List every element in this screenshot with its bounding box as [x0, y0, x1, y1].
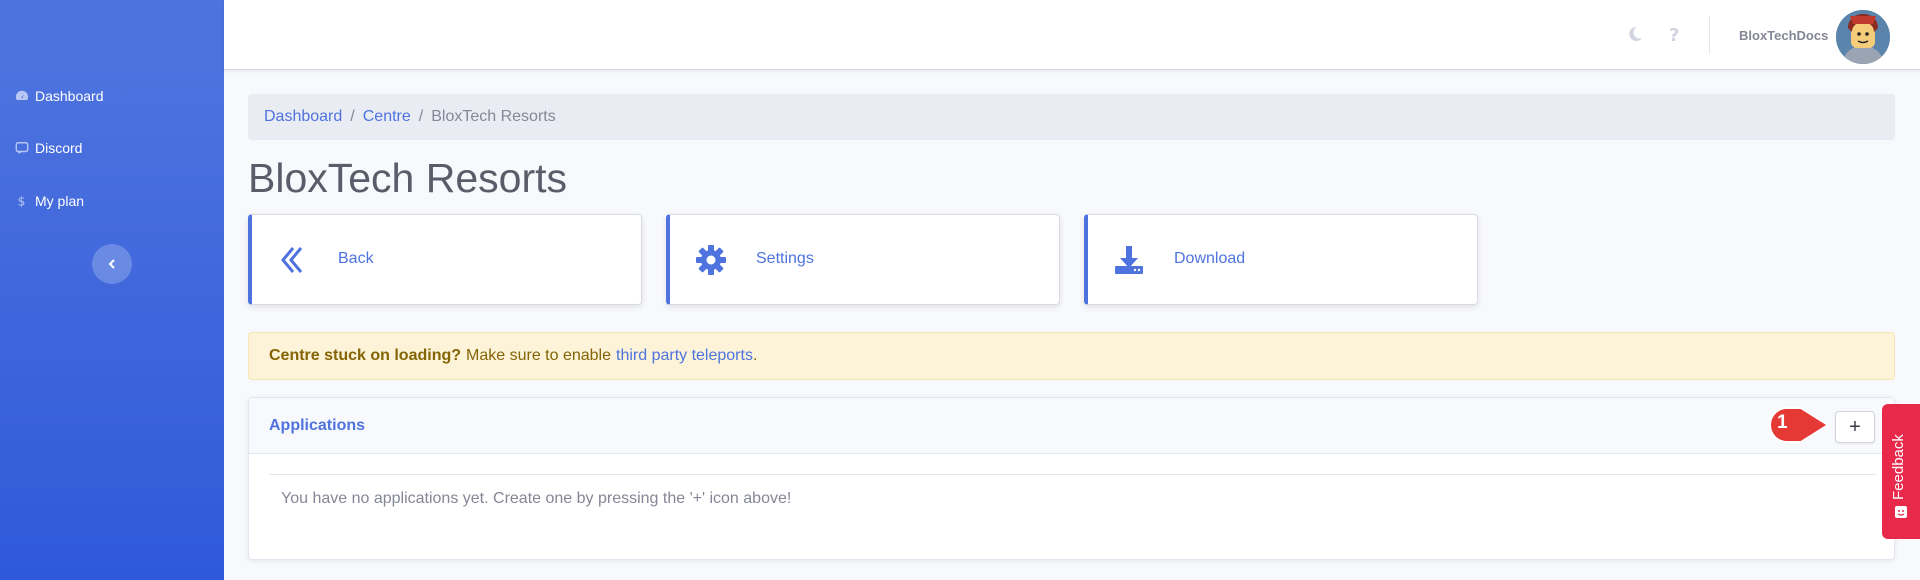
add-application-button[interactable]: + — [1835, 411, 1875, 443]
settings-button[interactable]: Settings — [666, 214, 1060, 305]
empty-state-text: You have no applications yet. Create one… — [281, 490, 792, 507]
third-party-teleports-link[interactable]: third party teleports — [616, 347, 753, 365]
annotation-number: 1 — [1777, 412, 1788, 433]
applications-header: Applications + — [249, 398, 1894, 454]
breadcrumb-current: BloxTech Resorts — [431, 108, 556, 125]
download-button[interactable]: Download — [1084, 214, 1478, 305]
sidebar-item-label: Dashboard — [35, 88, 104, 104]
feedback-icon — [1895, 506, 1907, 518]
topbar-divider — [1709, 16, 1710, 54]
back-label: Back — [338, 250, 374, 267]
page-title: BloxTech Resorts — [248, 155, 568, 201]
sidebar: Dashboard Discord $ My plan — [0, 0, 224, 580]
feedback-label: Feedback — [1890, 434, 1907, 500]
question-icon[interactable]: ? — [1664, 24, 1684, 44]
alert-title: Centre stuck on loading? — [269, 347, 462, 364]
alert-end: . — [752, 347, 758, 364]
topbar: ? BloxTechDocs — [224, 0, 1920, 70]
breadcrumb-centre-link[interactable]: Centre — [363, 108, 411, 126]
svg-text:?: ? — [1669, 25, 1679, 43]
sidebar-item-label: Discord — [35, 140, 83, 156]
divider — [269, 474, 1876, 475]
sidebar-toggle-button[interactable] — [92, 244, 132, 284]
chevron-left-icon — [276, 243, 310, 277]
gear-icon — [694, 243, 728, 277]
sidebar-item-my-plan[interactable]: $ My plan — [15, 193, 84, 209]
breadcrumb-dashboard-link[interactable]: Dashboard — [264, 108, 342, 126]
discord-icon — [15, 141, 29, 155]
download-icon — [1112, 243, 1146, 277]
breadcrumb: Dashboard / Centre / BloxTech Resorts — [248, 94, 1895, 140]
alert-text: Make sure to enable — [466, 347, 611, 364]
sidebar-item-label: My plan — [35, 193, 85, 209]
back-button[interactable]: Back — [248, 214, 642, 305]
applications-panel: Applications + You have no applications … — [248, 397, 1895, 560]
tachometer-icon — [15, 89, 29, 103]
loading-alert: Centre stuck on loading? Make sure to en… — [248, 332, 1895, 380]
settings-label: Settings — [756, 250, 814, 267]
chevron-left-icon — [108, 259, 115, 269]
username[interactable]: BloxTechDocs — [1739, 28, 1828, 43]
moon-icon[interactable] — [1625, 24, 1645, 44]
breadcrumb-separator: / — [350, 108, 355, 125]
avatar[interactable] — [1836, 10, 1890, 64]
download-label: Download — [1174, 250, 1246, 267]
applications-title: Applications — [269, 417, 366, 434]
breadcrumb-separator: / — [418, 108, 424, 125]
dollar-icon: $ — [15, 194, 29, 208]
sidebar-item-dashboard[interactable]: Dashboard — [15, 88, 104, 104]
sidebar-item-discord[interactable]: Discord — [15, 140, 82, 156]
svg-text:$: $ — [18, 194, 26, 208]
